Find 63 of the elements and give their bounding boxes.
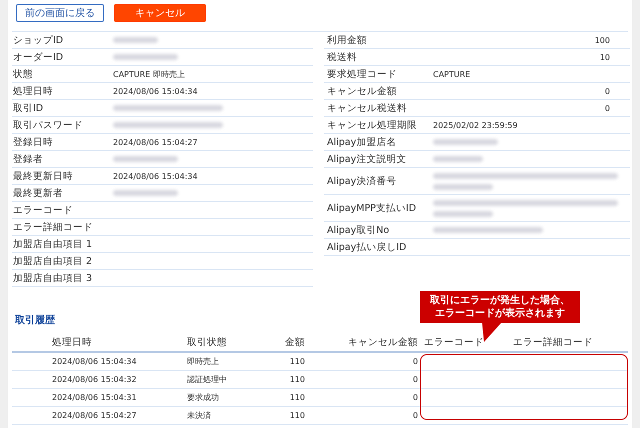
field-label: 最終更新者	[12, 186, 64, 200]
field-label: 最終更新日時	[12, 170, 74, 182]
field-label: Alipay払い戻しID	[326, 240, 408, 254]
back-button[interactable]: 前の画面に戻る	[16, 4, 104, 22]
field-label: 要求処理コード	[326, 68, 398, 80]
field-label: Alipay加盟店名	[326, 136, 398, 148]
field-label: オーダーID	[12, 50, 64, 64]
field-label: 加盟店自由項目 1	[12, 238, 94, 250]
field-label: 利用金額	[326, 34, 368, 46]
table-cell-text: 2024/08/06 15:04:34	[52, 357, 138, 366]
table-cell-text: 2024/08/06 15:04:32	[52, 375, 138, 384]
table-cell-text: 即時売上	[187, 356, 220, 367]
column-header: キャンセル金額	[347, 336, 418, 348]
amount-value: 0	[604, 86, 610, 96]
column-header: 金額	[284, 336, 305, 348]
field-label: Alipay注文説明文	[326, 152, 408, 166]
field-label: 加盟店自由項目 3	[12, 272, 94, 284]
field-label: エラーコード	[12, 204, 74, 216]
section-title: 取引履歴	[15, 314, 55, 327]
table-cell-text: 110	[288, 357, 305, 366]
field-value: 2025/02/02 23:59:59	[433, 120, 518, 130]
field-label: 取引ID	[12, 102, 44, 114]
field-value: CAPTURE 即時売上	[113, 68, 185, 80]
field-value: CAPTURE	[433, 70, 470, 78]
field-label: 税送料	[326, 50, 358, 64]
table-cell-text: 0	[412, 375, 418, 384]
field-label: 取引パスワード	[12, 118, 84, 132]
column-header: 取引状態	[187, 336, 228, 348]
amount-value: 0	[604, 104, 610, 112]
callout-text: エラーコードが表示されます	[435, 307, 565, 320]
field-label: キャンセル金額	[326, 84, 398, 98]
field-value: 2024/08/06 15:04:34	[113, 172, 198, 180]
field-label: キャンセル税送料	[326, 102, 408, 114]
field-value: 2024/08/06 15:04:27	[113, 138, 198, 146]
field-label: 加盟店自由項目 2	[12, 254, 94, 268]
table-cell-text: 0	[412, 393, 418, 402]
field-label: 登録日時	[12, 136, 54, 148]
table-cell-text: 110	[288, 375, 305, 384]
column-header: エラー詳細コード	[513, 336, 594, 348]
table-cell-text: 未決済	[187, 410, 212, 421]
table-cell-text: 要求成功	[187, 392, 220, 403]
field-label: Alipay取引No	[326, 224, 390, 236]
column-header: 処理日時	[52, 336, 93, 348]
table-cell-text: 0	[412, 357, 418, 366]
field-value: 2024/08/06 15:04:34	[113, 86, 198, 96]
field-label: 状態	[12, 68, 34, 80]
callout-text: 取引にエラーが発生した場合、	[430, 294, 570, 307]
table-cell-text: 2024/08/06 15:04:27	[52, 411, 138, 420]
amount-value: 10	[600, 52, 610, 62]
field-label: 登録者	[12, 152, 44, 166]
table-cell-text: 110	[288, 393, 305, 402]
field-label: 処理日時	[12, 84, 54, 98]
amount-value: 100	[594, 36, 610, 44]
field-label: ショップID	[12, 34, 64, 46]
field-label: エラー詳細コード	[12, 220, 94, 234]
table-cell-text: 110	[288, 411, 305, 420]
table-cell-text: 0	[412, 411, 418, 420]
field-label: Alipay決済番号	[326, 174, 398, 188]
table-cell-text: 認証処理中	[187, 374, 228, 385]
field-label: AlipayMPP支払いID	[326, 202, 418, 214]
column-header: エラーコード	[423, 336, 485, 348]
table-cell-text: 2024/08/06 15:04:31	[52, 393, 138, 402]
field-label: キャンセル処理期限	[326, 118, 418, 132]
